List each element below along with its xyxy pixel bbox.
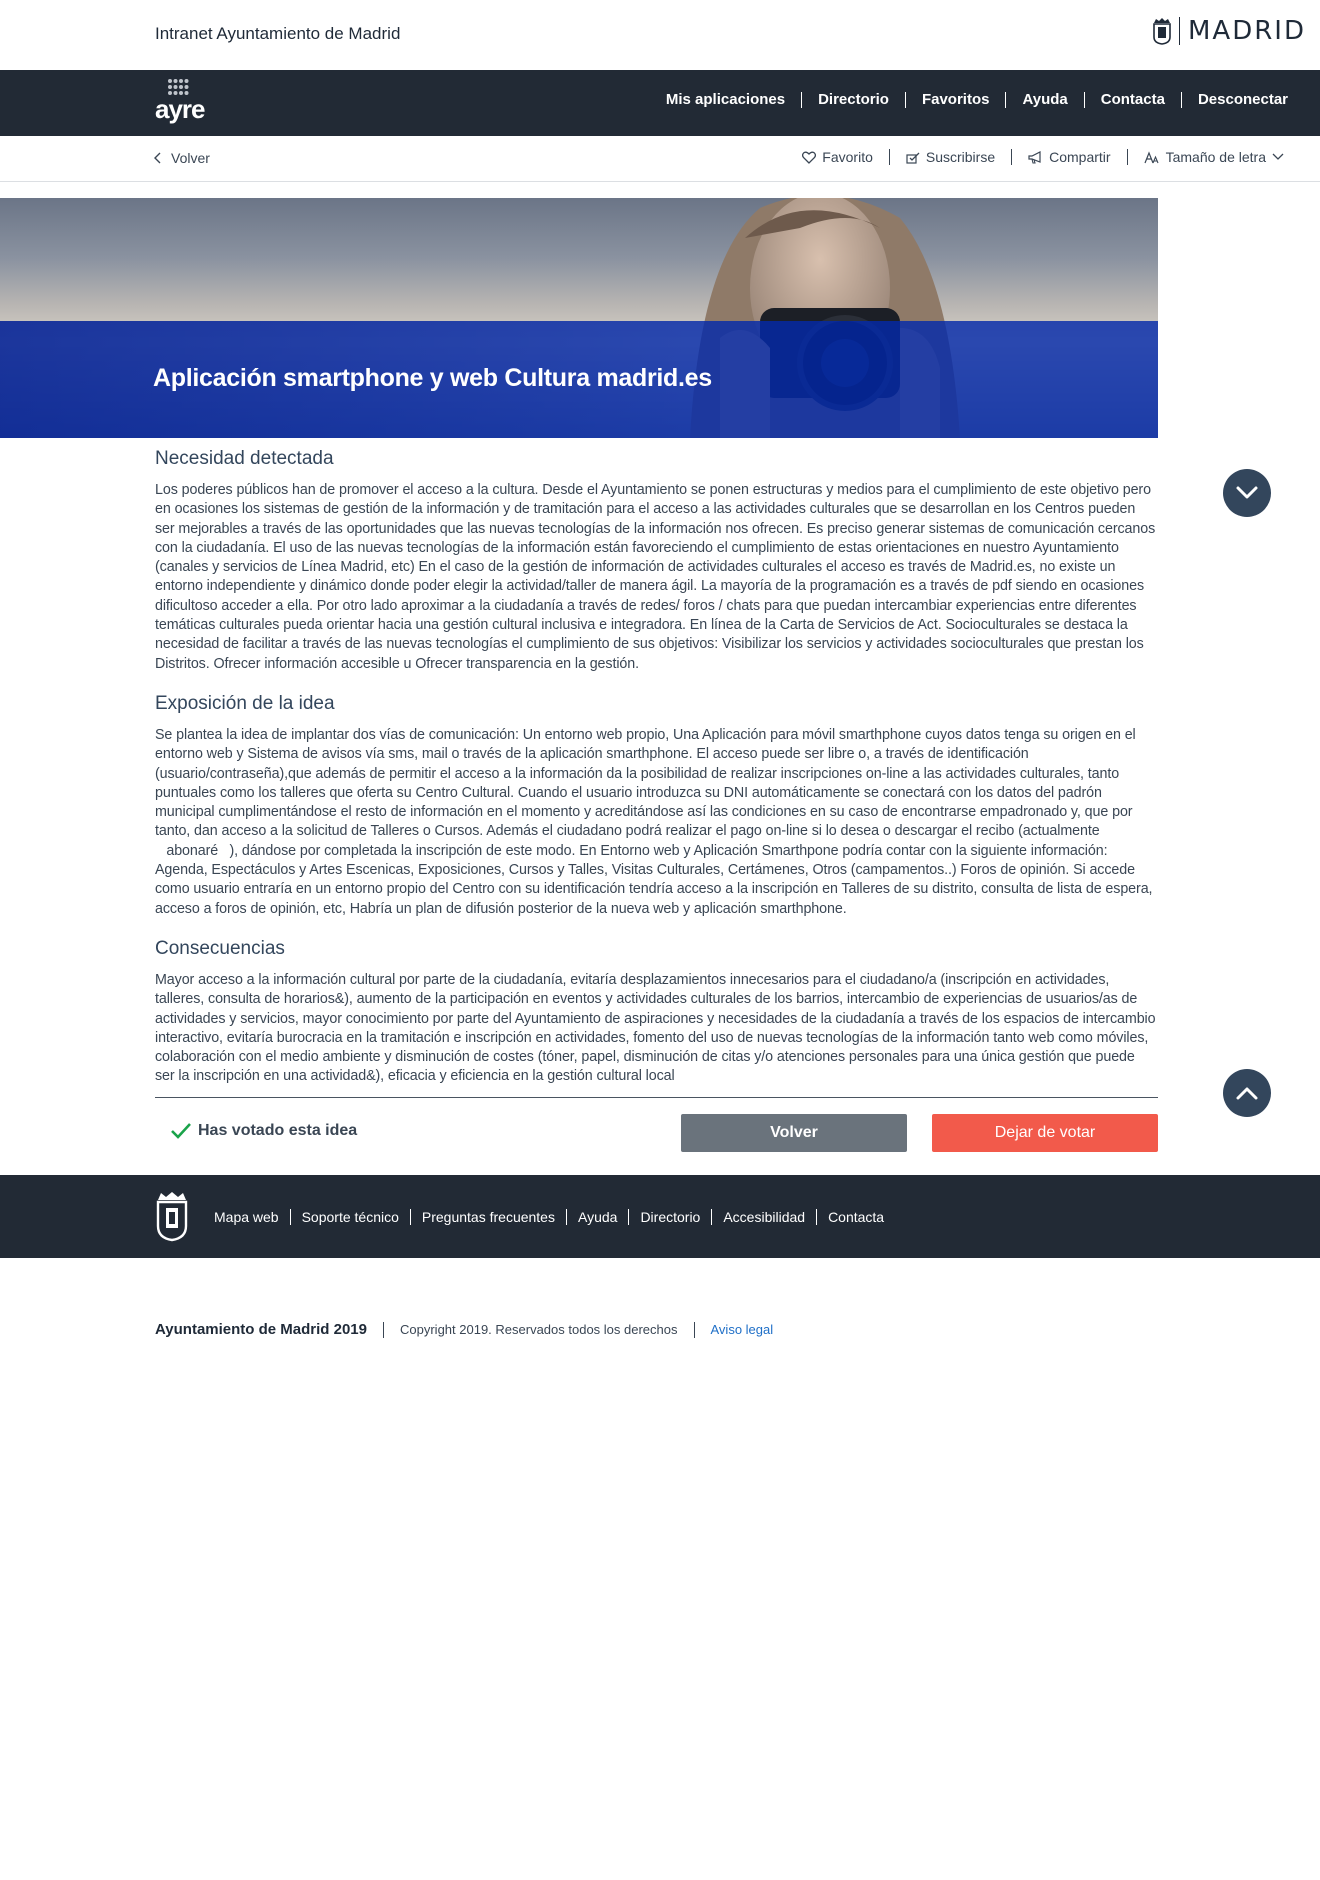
logo-divider: [1179, 17, 1180, 45]
madrid-wordmark: MADRID: [1188, 16, 1306, 46]
favorite-label: Favorito: [822, 149, 873, 165]
idea-content: Necesidad detectada Los poderes públicos…: [155, 448, 1158, 1106]
subscribe-label: Suscribirse: [925, 149, 996, 165]
nav-mis-aplicaciones[interactable]: Mis aplicaciones: [650, 92, 801, 108]
page-title: Aplicación smartphone y web Cultura madr…: [153, 364, 712, 392]
back-button[interactable]: Volver: [681, 1114, 907, 1152]
footer-link-faq[interactable]: Preguntas frecuentes: [409, 1209, 566, 1225]
footer-link-mapa-web[interactable]: Mapa web: [202, 1209, 290, 1225]
madrid-crest-icon: [1153, 18, 1171, 45]
utility-actions: Favorito Suscribirse Compartir Tamaño de…: [786, 149, 1284, 165]
nav-contacta[interactable]: Contacta: [1083, 92, 1181, 108]
ayre-wordmark: ayre: [155, 94, 205, 124]
hero-banner: Aplicación smartphone y web Cultura madr…: [0, 198, 1158, 438]
unvote-button[interactable]: Dejar de votar: [932, 1114, 1158, 1152]
chevron-left-icon: [154, 152, 161, 164]
section-title-necesidad: Necesidad detectada: [155, 448, 334, 469]
madrid-logo[interactable]: MADRID: [1152, 16, 1306, 46]
megaphone-icon: [1028, 150, 1041, 164]
site-title: Intranet Ayuntamiento de Madrid: [155, 24, 401, 43]
legal-bar: Ayuntamiento de Madrid 2019 Copyright 20…: [155, 1321, 789, 1338]
top-header: Intranet Ayuntamiento de Madrid MADRID: [0, 0, 1320, 70]
ayre-logo[interactable]: ayre: [155, 78, 205, 128]
subscribe-button[interactable]: Suscribirse: [888, 149, 1011, 165]
aviso-legal-link[interactable]: Aviso legal: [693, 1321, 790, 1338]
font-size-icon: [1144, 150, 1159, 163]
vote-status-text: Has votado esta idea: [198, 1122, 358, 1139]
madrid-crest-icon[interactable]: [155, 1190, 189, 1242]
nav-directorio[interactable]: Directorio: [801, 92, 905, 108]
vote-divider: [155, 1097, 1158, 1098]
section-text-necesidad: Los poderes públicos han de promover el …: [155, 482, 1156, 672]
footer-link-accesibilidad[interactable]: Accesibilidad: [711, 1209, 816, 1225]
nav-links: Mis aplicaciones Directorio Favoritos Ay…: [650, 92, 1288, 108]
favorite-button[interactable]: Favorito: [786, 149, 889, 165]
footer-link-directorio[interactable]: Directorio: [628, 1209, 711, 1225]
legal-copyright: Copyright 2019. Reservados todos los der…: [383, 1321, 694, 1338]
section-text-consecuencias: Mayor acceso a la información cultural p…: [155, 971, 1156, 1085]
vote-status: Has votado esta idea: [170, 1122, 357, 1140]
footer-link-ayuda[interactable]: Ayuda: [565, 1209, 628, 1225]
chevron-up-icon: [1236, 1087, 1258, 1100]
scroll-down-button[interactable]: [1223, 469, 1271, 517]
subscribe-icon: [906, 152, 920, 164]
footer: Mapa web Soporte técnico Preguntas frecu…: [0, 1175, 1320, 1258]
chevron-down-icon: [1236, 486, 1258, 499]
checkmark-icon: [171, 1123, 191, 1139]
share-button[interactable]: Compartir: [1011, 149, 1126, 165]
scroll-up-button[interactable]: [1223, 1069, 1271, 1117]
font-size-label: Tamaño de letra: [1165, 149, 1266, 165]
back-label: Volver: [171, 150, 210, 166]
section-title-exposicion: Exposición de la idea: [155, 692, 335, 714]
nav-desconectar[interactable]: Desconectar: [1180, 92, 1288, 108]
heart-icon: [802, 151, 817, 164]
back-link[interactable]: Volver: [153, 150, 210, 166]
utility-bar: Volver Favorito Suscribirse Compartir Ta…: [0, 136, 1320, 182]
share-label: Compartir: [1049, 149, 1111, 165]
footer-links: Mapa web Soporte técnico Preguntas frecu…: [202, 1209, 895, 1225]
main-navbar: ayre Mis aplicaciones Directorio Favorit…: [0, 70, 1320, 136]
nav-favoritos[interactable]: Favoritos: [904, 92, 1006, 108]
nav-ayuda[interactable]: Ayuda: [1005, 92, 1083, 108]
footer-link-contacta[interactable]: Contacta: [816, 1209, 895, 1225]
font-size-button[interactable]: Tamaño de letra: [1126, 149, 1284, 165]
footer-link-soporte[interactable]: Soporte técnico: [289, 1209, 410, 1225]
legal-org: Ayuntamiento de Madrid 2019: [155, 1321, 367, 1338]
chevron-down-icon: [1272, 153, 1284, 160]
section-title-consecuencias: Consecuencias: [155, 937, 285, 959]
section-text-exposicion: Se plantea la idea de implantar dos vías…: [155, 726, 1153, 917]
